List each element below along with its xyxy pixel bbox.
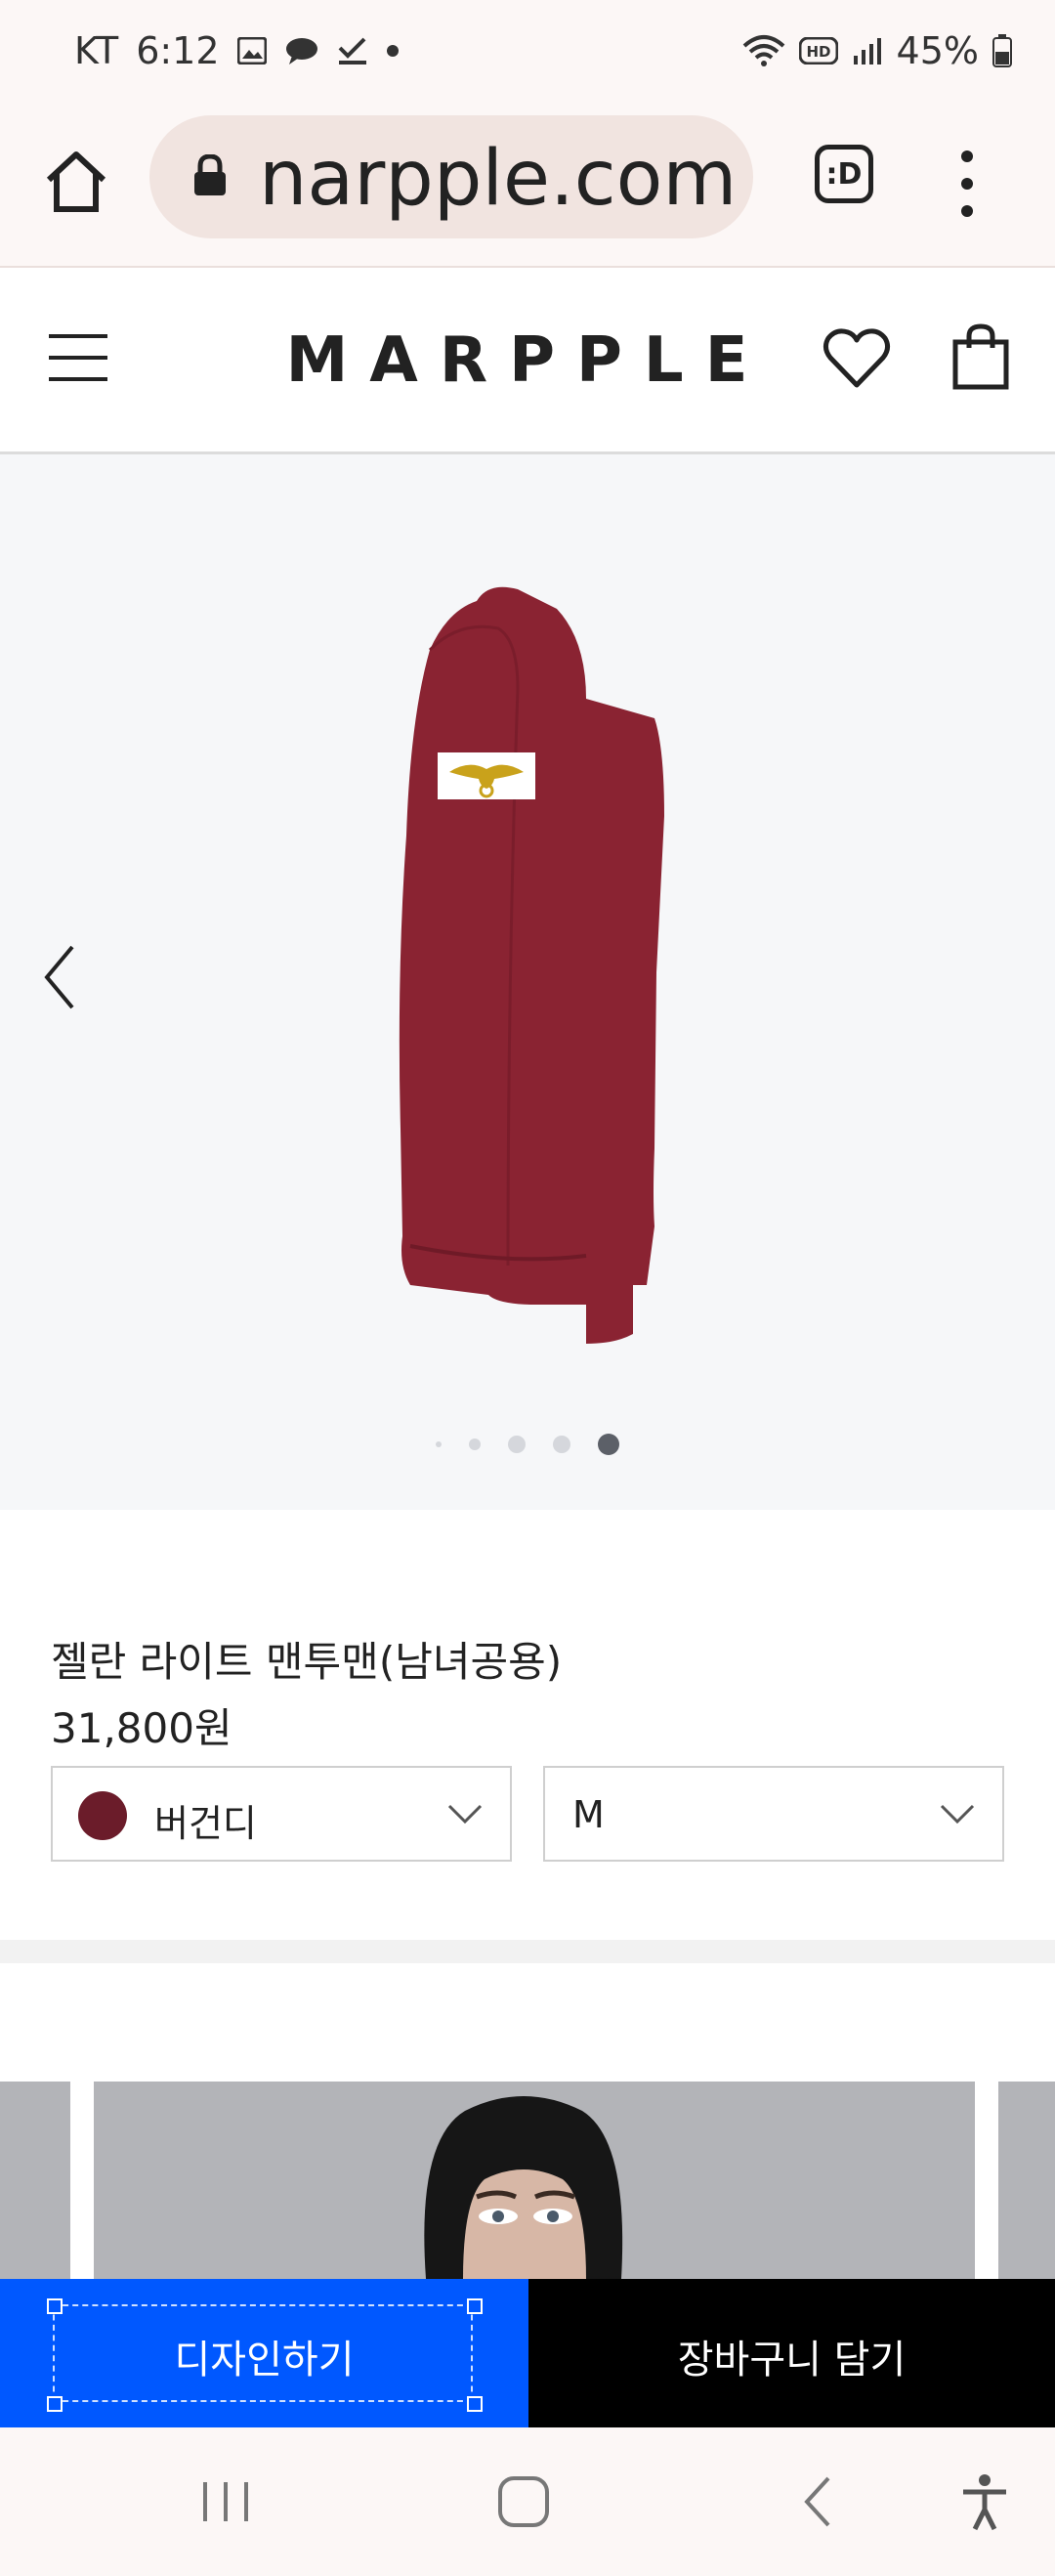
home-nav-button[interactable] xyxy=(492,2470,555,2533)
product-name: 젤란 라이트 맨투맨(남녀공용) xyxy=(51,1638,563,1686)
site-header: MARPPLE xyxy=(0,268,1055,454)
dot-icon xyxy=(961,150,973,162)
system-navigation-bar xyxy=(0,2427,1055,2576)
status-left: KT 6:12 xyxy=(74,29,400,72)
gallery-prev-button[interactable] xyxy=(39,943,84,1011)
carrier-label: KT xyxy=(74,29,119,72)
clock: 6:12 xyxy=(136,29,220,72)
home-icon xyxy=(46,151,106,212)
hd-icon: HD xyxy=(798,37,838,64)
wishlist-button[interactable] xyxy=(823,326,891,389)
home-button[interactable] xyxy=(39,145,113,219)
wifi-icon xyxy=(742,34,785,67)
dot-icon xyxy=(386,44,400,58)
product-gallery[interactable] xyxy=(0,454,1055,1510)
model-image[interactable] xyxy=(94,2082,975,2279)
check-icon xyxy=(337,36,368,65)
selection-handle xyxy=(47,2396,63,2412)
dot-icon xyxy=(961,205,973,217)
gallery-pagination xyxy=(0,1434,1055,1455)
pagination-dot[interactable] xyxy=(508,1436,526,1453)
cart-button[interactable] xyxy=(951,322,1010,391)
accessibility-icon xyxy=(963,2474,1006,2531)
model-image-next[interactable] xyxy=(998,2082,1055,2279)
dot-icon xyxy=(961,178,973,190)
add-to-cart-label: 장바구니 담기 xyxy=(677,2338,907,2383)
color-select-value: 버건디 xyxy=(154,1802,257,1845)
address-bar[interactable]: narpple.com xyxy=(149,115,753,238)
selection-handle xyxy=(467,2396,483,2412)
back-nav-button[interactable] xyxy=(797,2470,840,2533)
signal-icon xyxy=(852,36,883,65)
battery-icon xyxy=(992,34,1012,67)
pagination-dot[interactable] xyxy=(469,1438,481,1450)
chevron-down-icon xyxy=(940,1804,975,1825)
design-button-label: 디자인하기 xyxy=(174,2338,355,2383)
product-price: 31,800원 xyxy=(51,1704,232,1752)
back-arrow-icon xyxy=(804,2476,830,2527)
chevron-down-icon xyxy=(447,1804,483,1825)
url-text: narpple.com xyxy=(259,135,738,223)
status-right: HD 45% xyxy=(742,29,1012,72)
pagination-dot-active[interactable] xyxy=(598,1434,619,1455)
site-logo[interactable]: MARPPLE xyxy=(0,324,1055,397)
selection-handle xyxy=(47,2298,63,2314)
color-swatch xyxy=(78,1791,127,1840)
image-icon xyxy=(236,37,267,64)
add-to-cart-button[interactable]: 장바구니 담기 xyxy=(528,2279,1055,2427)
shopping-bag-icon xyxy=(952,323,1009,390)
recent-apps-button[interactable] xyxy=(199,2470,252,2533)
browser-toolbar: narpple.com :D xyxy=(0,109,1055,268)
tab-switcher-button[interactable]: :D xyxy=(815,145,873,203)
design-button[interactable]: 디자인하기 xyxy=(0,2279,528,2427)
model-image-prev[interactable] xyxy=(0,2082,70,2279)
accessibility-button[interactable] xyxy=(957,2470,1012,2533)
chevron-left-icon xyxy=(44,945,74,1009)
status-bar: KT 6:12 HD 45% xyxy=(0,0,1055,109)
size-select[interactable]: M xyxy=(543,1766,1004,1862)
product-image xyxy=(391,581,674,1363)
section-divider xyxy=(0,1940,1055,1963)
product-info: 젤란 라이트 맨투맨(남녀공용) 31,800원 버건디 M xyxy=(0,1510,1055,1945)
selection-handle xyxy=(467,2298,483,2314)
pagination-dot[interactable] xyxy=(553,1436,570,1453)
home-square-icon xyxy=(498,2476,549,2527)
lock-icon xyxy=(192,153,228,197)
color-select[interactable]: 버건디 xyxy=(51,1766,512,1862)
battery-percent: 45% xyxy=(896,29,979,72)
recent-apps-icon xyxy=(203,2482,248,2521)
heart-icon xyxy=(823,328,891,388)
browser-menu-button[interactable] xyxy=(948,145,987,223)
chat-bubble-icon xyxy=(284,36,319,65)
size-select-value: M xyxy=(572,1793,605,1836)
svg-text:HD: HD xyxy=(806,43,830,61)
pagination-dot[interactable] xyxy=(436,1441,442,1447)
model-image-carousel[interactable] xyxy=(0,1964,1055,2279)
